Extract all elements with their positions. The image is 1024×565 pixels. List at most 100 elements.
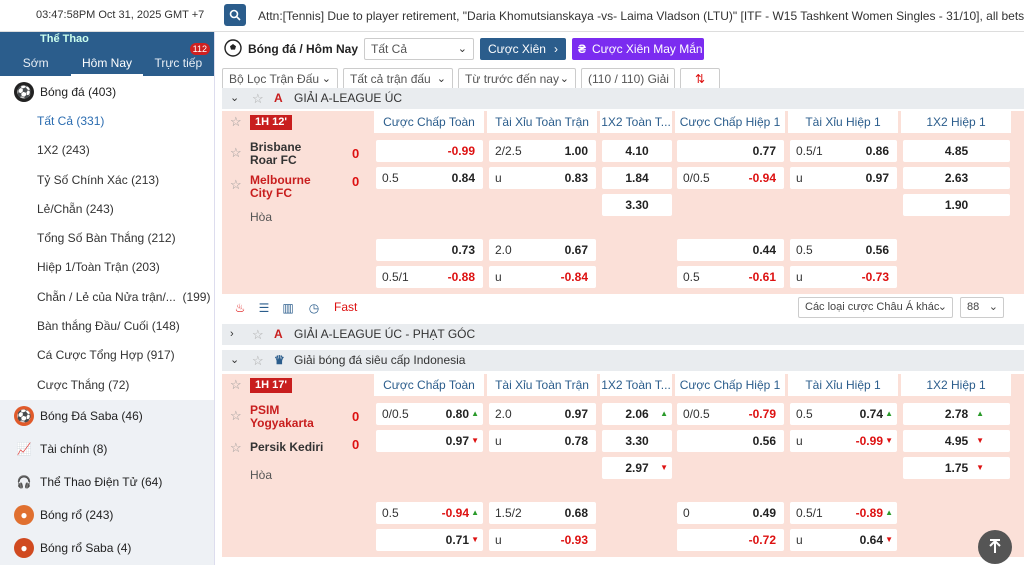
sort-order-button[interactable]: ⇅ <box>680 68 720 90</box>
fast-bet-link[interactable]: Fast <box>334 300 357 314</box>
odds-cell[interactable]: u 0.97 <box>790 167 897 189</box>
odds-cell[interactable]: 0.77 <box>677 140 784 162</box>
sidebar-subitem[interactable]: Hiệp 1/Toàn Trận (203) <box>0 253 214 283</box>
odds-cell[interactable]: 2.06 ▲ <box>602 403 672 425</box>
odds-cell[interactable]: 0.56 <box>677 430 784 452</box>
odds-cell[interactable]: 1.90 <box>903 194 1010 216</box>
sidebar-subitem[interactable]: Bàn thắng Đầu/ Cuối (148) <box>0 312 214 342</box>
sidebar-subitem[interactable]: Cược Thắng (72) <box>0 370 214 400</box>
odds-cell[interactable]: u -0.99 ▼ <box>790 430 897 452</box>
odds-cell[interactable]: 0.5 -0.61 <box>677 266 784 288</box>
odds-cell[interactable]: 0/0.5 -0.79 <box>677 403 784 425</box>
tab-early[interactable]: Sớm <box>0 52 71 76</box>
odds-cell[interactable]: 0 0.49 <box>677 502 784 524</box>
sidebar-item-esports[interactable]: 🎧 Thể Thao Điện Tử (64) <box>0 465 214 499</box>
parlay-button[interactable]: Cược Xiên › <box>480 38 566 60</box>
favorite-star-icon[interactable]: ☆ <box>252 88 264 109</box>
odds-cell[interactable]: u 0.64 ▼ <box>790 529 897 551</box>
odds-cell[interactable]: 3.30 <box>602 194 672 216</box>
match-filter-select[interactable]: Bộ Lọc Trận Đấu ⌄ <box>222 68 338 90</box>
odds-cell[interactable]: 3.30 <box>602 430 672 452</box>
favorite-star-icon[interactable]: ☆ <box>230 440 242 456</box>
odds-cell[interactable]: 0.97 ▼ <box>376 430 483 452</box>
sidebar-subitem[interactable]: Lẻ/Chẵn (243) <box>0 194 214 225</box>
odds-cell[interactable]: 1.84 <box>602 167 672 189</box>
scroll-to-top-button[interactable] <box>978 530 1012 564</box>
arrow-down-icon: ▼ <box>976 463 984 472</box>
tab-live[interactable]: Trực tiếp 112 <box>143 43 214 76</box>
sidebar-subitem[interactable]: 1X2 (243) <box>0 136 214 166</box>
odds-cell[interactable]: 0/0.5 0.80 ▲ <box>376 403 483 425</box>
market-count-select[interactable]: 88 ⌄ <box>960 297 1004 318</box>
odds-cell[interactable]: 4.10 <box>602 140 672 162</box>
sidebar-item-football[interactable]: ⚽ Bóng đá (403) <box>0 76 214 107</box>
sidebar-subitem[interactable]: Chẵn / Lẻ của Nửa trận/... (199) <box>0 282 214 313</box>
odds-cell[interactable]: 0.5 0.84 <box>376 167 483 189</box>
favorite-star-icon[interactable]: ☆ <box>230 145 242 161</box>
odds-cell[interactable]: 0.5/1 -0.88 <box>376 266 483 288</box>
clock-icon[interactable]: ◷ <box>306 300 322 316</box>
odds-cell[interactable]: u -0.93 <box>489 529 596 551</box>
tab-today[interactable]: Hôm Nay <box>71 52 143 76</box>
odds-cell[interactable]: 2.0 0.67 <box>489 239 596 261</box>
handicap-value: 0.5 <box>382 171 399 185</box>
odds-cell[interactable]: 0.73 <box>376 239 483 261</box>
odds-cell[interactable]: -0.99 <box>376 140 483 162</box>
odds-cell[interactable]: 0/0.5 -0.94 <box>677 167 784 189</box>
lucky-parlay-button[interactable]: ₴ Cược Xiên May Mắn <box>572 38 704 60</box>
odds-value: -0.84 <box>560 270 588 284</box>
match-footer: ♨ ☰ ▥ ◷ Fast Các loại cược Châu Á khác ⌄ … <box>222 295 1024 320</box>
odds-cell[interactable]: 2.97 ▼ <box>602 457 672 479</box>
odds-cell[interactable]: u 0.78 <box>489 430 596 452</box>
league-header[interactable]: › ☆ A GIẢI A-LEAGUE ÚC - PHẠT GÓC <box>222 324 1024 345</box>
sidebar-item-basketball-saba[interactable]: ● Bóng rổ Saba (4) <box>0 531 214 565</box>
odds-value: 0.97 <box>564 407 588 421</box>
handicap-value: 0.5 <box>796 243 813 257</box>
odds-cell[interactable]: 2.78 ▲ <box>903 403 1010 425</box>
favorite-star-icon[interactable]: ☆ <box>230 374 242 396</box>
list-icon[interactable]: ☰ <box>256 300 272 316</box>
odds-cell[interactable]: -0.72 <box>677 529 784 551</box>
sidebar-item-finance[interactable]: 📈 Tài chính (8) <box>0 432 214 466</box>
headset-icon: 🎧 <box>16 475 32 490</box>
league-header[interactable]: ⌄ ☆ ♛ Giải bóng đá siêu cấp Indonesia <box>222 350 1024 371</box>
sidebar-subitem[interactable]: Tổng Số Bàn Thắng (212) <box>0 224 214 254</box>
sidebar-subitem[interactable]: Tỷ Số Chính Xác (213) <box>0 165 214 195</box>
odds-cell[interactable]: 0.5 0.56 <box>790 239 897 261</box>
league-header[interactable]: ⌄ ☆ A GIẢI A-LEAGUE ÚC <box>222 88 1024 109</box>
all-matches-select[interactable]: Tất cả trận đấu ⌄ <box>343 68 453 90</box>
odds-cell[interactable]: u -0.84 <box>489 266 596 288</box>
sidebar-item-basketball[interactable]: ● Bóng rổ (243) <box>0 498 214 532</box>
odds-cell[interactable]: 0.5/1 0.86 <box>790 140 897 162</box>
favorite-star-icon[interactable]: ☆ <box>230 408 242 424</box>
filter-select[interactable]: Tất Cả ⌄ <box>364 38 474 60</box>
odds-cell[interactable]: u 0.83 <box>489 167 596 189</box>
favorite-star-icon[interactable]: ☆ <box>230 111 242 133</box>
odds-cell[interactable]: 2.0 0.97 <box>489 403 596 425</box>
sidebar-subitem[interactable]: Tất Cả (331) <box>0 107 214 137</box>
odds-cell[interactable]: 2.63 <box>903 167 1010 189</box>
odds-cell[interactable]: 1.5/2 0.68 <box>489 502 596 524</box>
odds-cell[interactable]: 1.75 ▼ <box>903 457 1010 479</box>
bar-chart-icon[interactable]: ▥ <box>280 300 296 316</box>
sidebar-subitem[interactable]: Cá Cược Tổng Hợp (917) <box>0 341 214 371</box>
search-button[interactable] <box>224 4 246 26</box>
odds-cell[interactable]: u -0.73 <box>790 266 897 288</box>
sort-select[interactable]: Từ trước đến nay ⌄ <box>458 68 576 90</box>
favorite-star-icon[interactable]: ☆ <box>252 324 264 345</box>
odds-cell[interactable]: 4.95 ▼ <box>903 430 1010 452</box>
odds-cell[interactable]: 4.85 <box>903 140 1010 162</box>
other-markets-select[interactable]: Các loại cược Châu Á khác ⌄ <box>798 297 953 318</box>
favorite-star-icon[interactable]: ☆ <box>252 350 264 371</box>
odds-value: 0.71 <box>445 533 469 547</box>
sidebar-item-soccer-saba[interactable]: ⚽ Bóng Đá Saba (46) <box>0 399 214 433</box>
odds-cell[interactable]: 0.44 <box>677 239 784 261</box>
odds-cell[interactable]: 0.71 ▼ <box>376 529 483 551</box>
odds-cell[interactable]: 0.5 0.74 ▲ <box>790 403 897 425</box>
odds-cell[interactable]: 0.5/1 -0.89 ▲ <box>790 502 897 524</box>
favorite-star-icon[interactable]: ☆ <box>230 177 242 193</box>
odds-cell[interactable]: 2/2.5 1.00 <box>489 140 596 162</box>
odds-cell[interactable]: 0.5 -0.94 ▲ <box>376 502 483 524</box>
league-count[interactable]: (110 / 110) Giải <box>581 68 675 90</box>
live-stats-icon[interactable]: ♨ <box>232 300 248 316</box>
